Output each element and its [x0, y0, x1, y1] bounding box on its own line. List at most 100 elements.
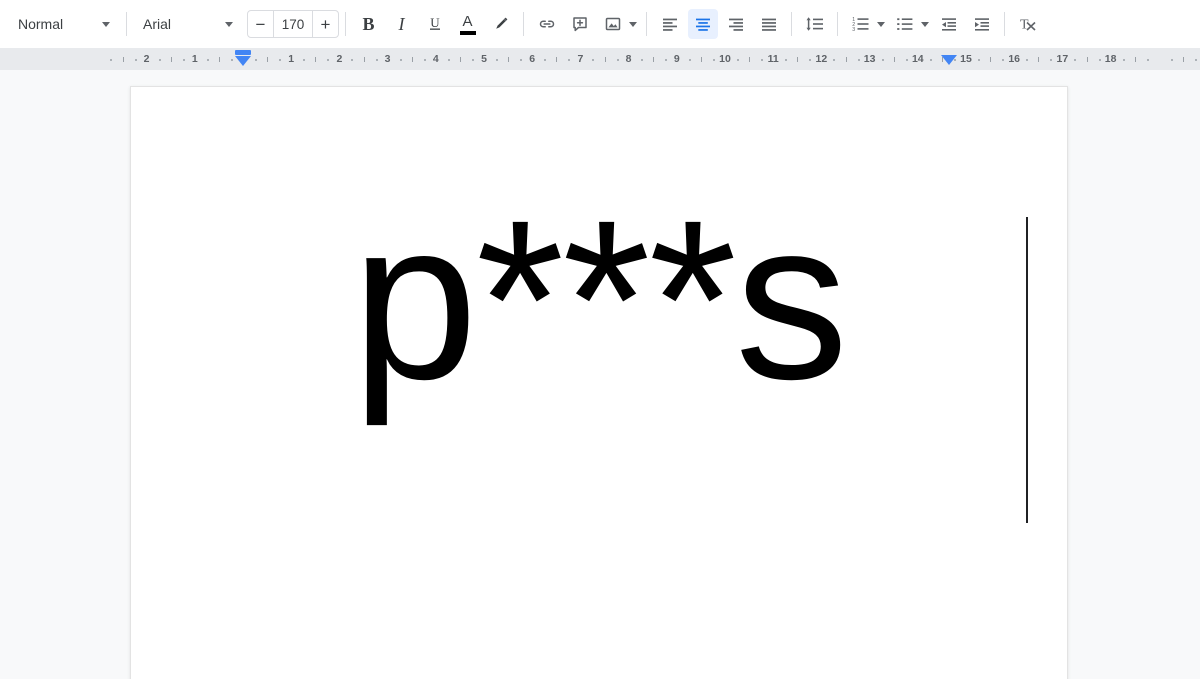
toolbar-divider [126, 12, 127, 36]
ruler-dot [279, 59, 282, 61]
ruler-dot [905, 59, 908, 61]
ruler-dot [496, 59, 499, 61]
chevron-down-icon [102, 21, 110, 27]
ruler-dot [110, 59, 113, 61]
ruler-tick [122, 57, 124, 62]
insert-image-dropdown-arrow-icon[interactable] [629, 21, 637, 27]
clear-formatting-button[interactable]: T [1013, 9, 1043, 39]
docs-editor-window: Normal Arial − 170 + B I U A 1 2 3 T 2 1… [0, 0, 1200, 679]
left-indent-handle[interactable] [235, 56, 251, 66]
ruler-dot [1026, 59, 1029, 61]
align-left-icon [660, 14, 680, 34]
document-canvas[interactable]: p***s [0, 70, 1200, 679]
ruler-number: 11 [767, 53, 779, 65]
ruler-number: 9 [673, 53, 680, 65]
ruler-tick [170, 57, 172, 62]
highlight-color-button[interactable] [486, 9, 516, 39]
font-size-increase-button[interactable]: + [313, 11, 338, 37]
toolbar-divider [646, 12, 647, 36]
align-center-button[interactable] [687, 9, 718, 39]
ruler-tick [411, 57, 413, 62]
ruler-dot [255, 59, 258, 61]
ruler-dot [182, 59, 185, 61]
document-body-text: p***s [351, 174, 849, 427]
ruler-number: 5 [481, 53, 487, 65]
align-right-icon [726, 14, 746, 34]
line-spacing-button[interactable] [800, 9, 830, 39]
link-icon [537, 14, 557, 34]
insert-image-button[interactable] [598, 9, 628, 39]
ruler-ticks: 2 1 1 2 3 4 5 6 7 8 9 10 11 12 13 14 15 16 17 18 [0, 48, 1200, 70]
underline-button[interactable]: U [420, 9, 450, 39]
document-page[interactable]: p***s [130, 86, 1068, 679]
increase-indent-icon [972, 14, 992, 34]
numbered-list-button[interactable]: 1 2 3 [846, 9, 876, 39]
bulleted-list-icon [895, 14, 915, 34]
ruler-number: 18 [1104, 53, 1117, 65]
decrease-indent-button[interactable] [934, 9, 964, 39]
ruler-number: 8 [625, 53, 632, 65]
ruler-dot [375, 59, 378, 61]
toolbar-divider [791, 12, 792, 36]
svg-text:U: U [430, 15, 440, 30]
toolbar-divider [837, 12, 838, 36]
paragraph-style-dropdown[interactable]: Normal [8, 9, 120, 39]
ruler-dot [1050, 59, 1053, 61]
bulleted-list-button[interactable] [890, 9, 920, 39]
chevron-down-icon [225, 21, 233, 27]
underline-icon: U [426, 15, 444, 33]
add-comment-button[interactable] [565, 9, 595, 39]
ruler-dot [978, 59, 981, 61]
align-right-button[interactable] [721, 9, 751, 39]
ruler-number: 15 [960, 53, 972, 65]
bold-button[interactable]: B [354, 9, 384, 39]
image-icon [603, 14, 623, 34]
ruler-dot [809, 59, 812, 61]
ruler-tick [363, 57, 365, 62]
bulleted-list-dropdown-arrow-icon[interactable] [921, 21, 929, 27]
formatting-toolbar: Normal Arial − 170 + B I U A 1 2 3 T [0, 0, 1200, 48]
ruler-tick [700, 57, 702, 62]
ruler-tick [267, 57, 269, 62]
ruler-tick [315, 57, 317, 62]
align-justify-button[interactable] [754, 9, 784, 39]
ruler-dot [1194, 59, 1197, 61]
ruler-dot [833, 59, 836, 61]
ruler-tick [845, 57, 847, 62]
ruler-dot [1002, 59, 1005, 61]
increase-indent-button[interactable] [967, 9, 997, 39]
ruler-dot [447, 59, 450, 61]
first-line-indent-handle[interactable] [235, 50, 251, 55]
ruler-dot [857, 59, 860, 61]
italic-button[interactable]: I [387, 9, 417, 39]
document-ruler[interactable]: 2 1 1 2 3 4 5 6 7 8 9 10 11 12 13 14 15 16 17 18 [0, 48, 1200, 70]
align-left-button[interactable] [655, 9, 685, 39]
ruler-dot [592, 59, 595, 61]
toolbar-divider [345, 12, 346, 36]
ruler-dot [471, 59, 474, 61]
font-size-decrease-button[interactable]: − [248, 11, 273, 37]
ruler-tick [556, 57, 558, 62]
ruler-dot [881, 59, 884, 61]
ruler-tick [1038, 57, 1040, 62]
ruler-dot [230, 59, 233, 61]
text-caret [1026, 217, 1028, 523]
document-paragraph[interactable]: p***s [131, 187, 1067, 414]
ruler-number: 1 [288, 53, 295, 65]
numbered-list-dropdown-arrow-icon[interactable] [877, 21, 885, 27]
ruler-dot [616, 59, 619, 61]
right-indent-marker[interactable] [941, 55, 958, 65]
ruler-tick [604, 57, 606, 62]
highlight-pen-icon [492, 15, 510, 33]
ruler-dot [664, 59, 667, 61]
ruler-dot [1146, 59, 1149, 61]
font-size-input[interactable]: 170 [273, 11, 313, 37]
text-color-button[interactable]: A [453, 9, 483, 39]
font-family-dropdown[interactable]: Arial [133, 9, 243, 39]
ruler-dot [206, 59, 209, 61]
ruler-dot [785, 59, 788, 61]
insert-link-button[interactable] [532, 9, 562, 39]
ruler-tick [1182, 57, 1184, 62]
ruler-tick [749, 57, 751, 62]
ruler-tick [1086, 57, 1088, 62]
